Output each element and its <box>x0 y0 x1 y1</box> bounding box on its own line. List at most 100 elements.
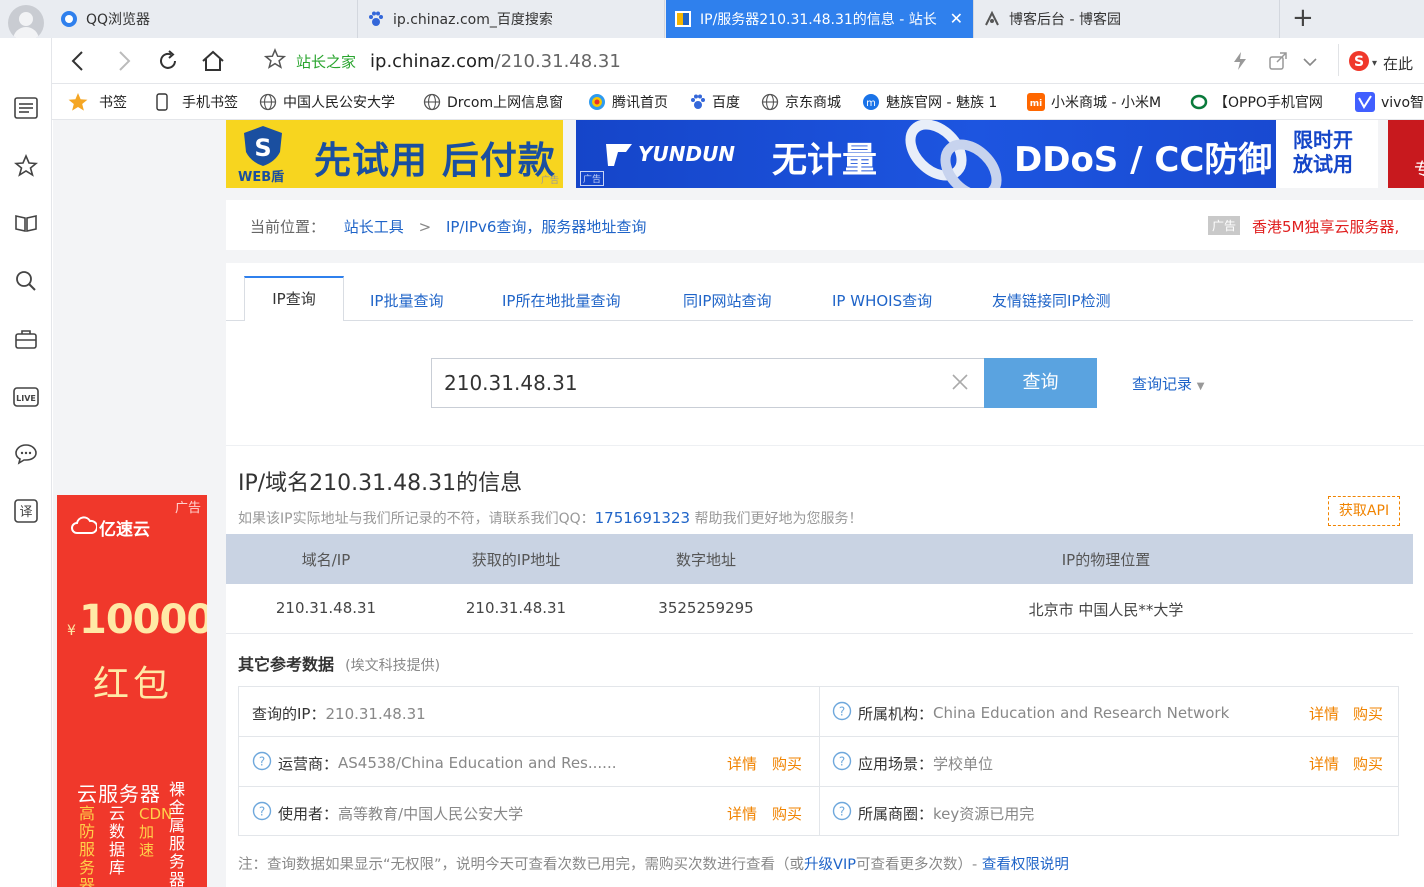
upgrade-vip-link[interactable]: 升级VIP <box>804 857 856 873</box>
info-notice: 如果该IP实际地址与我们所记录的不符，请联系我们QQ：1751691323 帮助… <box>238 508 863 528</box>
bookmarks-bar: 书签 手机书签 中国人民公安大学 Drcom上网信息窗 腾讯首页 百度 京东商城… <box>52 84 1424 120</box>
red-ad-banner[interactable]: 专 <box>1388 120 1424 188</box>
qq-link[interactable]: 1751691323 <box>595 509 690 527</box>
detail-link[interactable]: 详情 <box>727 803 757 824</box>
help-circle-icon[interactable]: ? <box>832 701 852 725</box>
query-history-dropdown[interactable]: 查询记录 ▼ <box>1132 373 1205 394</box>
tab-friend-link-ip[interactable]: 友情链接同IP检测 <box>992 290 1110 311</box>
ad-tag: 广告 <box>1208 216 1241 235</box>
tab-ip-whois[interactable]: IP WHOIS查询 <box>832 290 932 311</box>
svg-text:S: S <box>1354 54 1364 70</box>
yundun-badge: 限时开放试用 <box>1293 128 1353 176</box>
bookmark-label: vivo智 <box>1381 95 1424 111</box>
bookmark-item[interactable]: 【OPPO手机官网 <box>1190 84 1339 120</box>
ad-tag: 广告 <box>580 171 605 186</box>
search-box-placeholder: 在此 <box>1383 54 1414 73</box>
bookmark-star-icon[interactable] <box>263 48 287 74</box>
note-text-mid: 可查看更多次数）- <box>855 857 982 873</box>
refresh-icon[interactable] <box>156 49 180 77</box>
tab-cnblogs[interactable]: 博客后台 - 博客园 <box>975 0 1280 38</box>
ref-value: AS4538/China Education and Res...... <box>338 754 617 772</box>
buy-link[interactable]: 购买 <box>772 753 802 774</box>
side-col-1: 高防服务器 <box>79 804 96 887</box>
tab-ip-location-batch[interactable]: IP所在地批量查询 <box>502 290 620 311</box>
clear-icon[interactable] <box>950 372 970 396</box>
note-text: 注：查询数据如果显示“无权限”，说明今天可查看次数已用完，需购买次数进行查看（或 <box>238 857 805 873</box>
favorites-star-icon[interactable] <box>12 152 40 180</box>
yisu-side-ad[interactable]: 广告 亿速云 ¥ 10000 红包 云服务器 高防服务器 云数据库 CDN加速 … <box>57 495 207 887</box>
share-icon[interactable] <box>1268 51 1288 75</box>
side-title: 云服务器 <box>77 782 161 806</box>
ip-search-input[interactable]: 210.31.48.31 <box>431 358 985 408</box>
help-circle-icon[interactable]: ? <box>832 751 852 775</box>
bookmark-item[interactable]: m 魅族官网 - 魅族 1 <box>862 84 1006 120</box>
buy-link[interactable]: 购买 <box>1353 753 1383 774</box>
bookmark-item[interactable]: 百度 <box>690 84 740 120</box>
forward-icon[interactable] <box>114 49 134 77</box>
lightning-icon[interactable] <box>1232 51 1248 75</box>
url-field[interactable]: 站长之家 ip.chinaz.com/210.31.48.31 <box>238 42 1342 80</box>
help-circle-icon[interactable]: ? <box>832 801 852 825</box>
ad-tag: 广告 <box>174 501 201 516</box>
info-title: IP/域名210.31.48.31的信息 <box>238 471 523 496</box>
user-avatar[interactable] <box>8 5 44 41</box>
sogou-icon: S <box>1348 50 1370 76</box>
bookmark-item[interactable]: 京东商城 <box>761 84 841 120</box>
tab-ip-batch[interactable]: IP批量查询 <box>370 290 443 311</box>
get-api-button[interactable]: 获取API <box>1328 496 1400 526</box>
bookmark-item[interactable]: 腾讯首页 <box>588 84 668 120</box>
buy-link[interactable]: 购买 <box>1353 703 1383 724</box>
bookmark-item[interactable]: Drcom上网信息窗 <box>423 84 563 120</box>
translate-icon[interactable]: 译 <box>12 497 40 525</box>
webdun-slogan: 先试用 后付款 <box>314 139 556 182</box>
tab-chinaz-ip[interactable]: IP/服务器210.31.48.31的信息 - 站长 ✕ <box>666 0 974 38</box>
tab-same-ip-sites[interactable]: 同IP网站查询 <box>683 290 771 311</box>
address-bar: 站长之家 ip.chinaz.com/210.31.48.31 S ▾ 在此 <box>52 38 1424 84</box>
search-icon[interactable] <box>12 267 40 295</box>
ref-value: 高等教育/中国人民公安大学 <box>338 804 524 823</box>
detail-link[interactable]: 详情 <box>1309 753 1339 774</box>
query-history-label: 查询记录 <box>1132 375 1193 393</box>
header-physical-location: IP的物理位置 <box>1061 551 1151 569</box>
close-tab-icon[interactable]: ✕ <box>950 9 963 28</box>
buy-link[interactable]: 购买 <box>772 803 802 824</box>
chat-icon[interactable] <box>12 440 40 468</box>
svg-text:?: ? <box>839 805 845 819</box>
breadcrumb-link-tools[interactable]: 站长工具 <box>344 218 404 236</box>
back-icon[interactable] <box>68 49 88 77</box>
breadcrumb-separator: > <box>418 218 432 236</box>
bookmark-item[interactable]: vivo智 <box>1355 84 1424 120</box>
home-icon[interactable] <box>200 48 226 78</box>
help-circle-icon[interactable]: ? <box>252 751 272 775</box>
header-got-ip: 获取的IP地址 <box>471 551 561 569</box>
tab-ip-query[interactable]: IP查询 <box>244 276 344 321</box>
ref-value: China Education and Research Network <box>933 704 1230 722</box>
news-icon[interactable] <box>12 94 40 122</box>
bookmark-item[interactable]: 手机书签 <box>156 84 238 120</box>
cell-domain-ip: 210.31.48.31 <box>275 599 377 617</box>
new-tab-button[interactable]: + <box>1292 5 1314 31</box>
bookmark-item[interactable]: mi 小米商城 - 小米M <box>1027 84 1171 120</box>
yundun-ad-banner[interactable]: YUNDUN 无计量 DDoS / CC防御 限时开放试用 广告 <box>576 120 1378 188</box>
webdun-ad-banner[interactable]: S WEB盾 先试用 后付款 广告 <box>226 120 563 188</box>
chevron-down-icon[interactable] <box>1302 53 1318 72</box>
svg-text:?: ? <box>839 755 845 769</box>
permission-info-link[interactable]: 查看权限说明 <box>982 857 1069 873</box>
bookmark-item[interactable]: 中国人民公安大学 <box>259 84 403 120</box>
tab-baidu-search[interactable]: ip.chinaz.com_百度搜索 <box>359 0 665 38</box>
search-engine-selector[interactable]: S ▾ 在此 <box>1348 50 1413 76</box>
help-circle-icon[interactable]: ? <box>252 801 272 825</box>
reader-book-icon[interactable] <box>12 209 40 237</box>
bookmark-item[interactable]: 书签 <box>68 84 127 120</box>
query-button[interactable]: 查询 <box>984 358 1097 408</box>
toolbox-icon[interactable] <box>12 325 40 353</box>
tab-title: 博客后台 - 博客园 <box>1009 12 1121 28</box>
detail-link[interactable]: 详情 <box>727 753 757 774</box>
live-icon[interactable]: LIVE <box>12 383 40 411</box>
detail-link[interactable]: 详情 <box>1309 703 1339 724</box>
bookmark-label: Drcom上网信息窗 <box>447 95 564 111</box>
breadcrumb-current[interactable]: IP/IPv6查询，服务器地址查询 <box>446 218 646 236</box>
breadcrumb-ad-link[interactable]: 香港5M独享云服务器, <box>1252 216 1399 237</box>
svg-text:S: S <box>254 134 271 162</box>
tab-qq-browser[interactable]: QQ浏览器 <box>52 0 358 38</box>
